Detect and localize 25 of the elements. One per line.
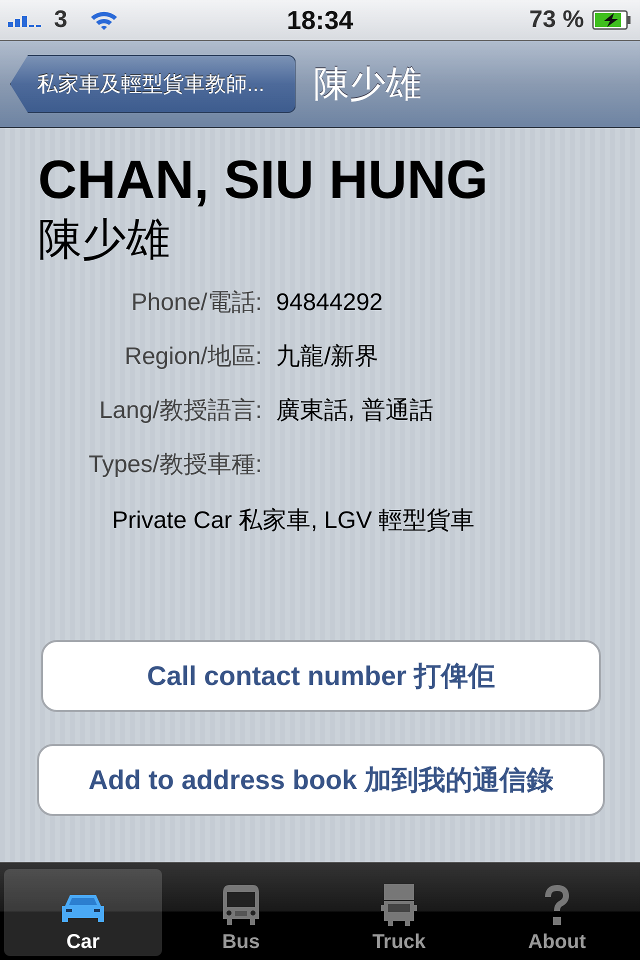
bus-icon	[221, 883, 261, 927]
field-label: Phone/電話:	[130, 288, 262, 318]
tab[interactable]: About	[478, 869, 636, 956]
help-icon	[543, 885, 571, 927]
contact-name: CHAN, SIU HUNG	[38, 149, 490, 212]
field-value: 94844292	[276, 289, 383, 317]
field-label: Lang/教授語言:	[98, 396, 262, 426]
contact-chinese-name: 陳少雄	[38, 214, 171, 266]
field-value: 九龍/新界	[276, 342, 379, 372]
action-button[interactable]: Call contact number 打俾佢	[41, 640, 601, 712]
truck-icon	[380, 883, 418, 927]
action-button[interactable]: Add to address book 加到我的通信錄	[37, 744, 605, 816]
wifi-icon	[89, 9, 120, 31]
navigation-title: 陳少雄	[314, 62, 422, 106]
field-value: Private Car 私家車, LGV 輕型貨車	[111, 506, 476, 536]
tab[interactable]: Car	[4, 869, 162, 956]
tab[interactable]: Bus	[162, 869, 320, 956]
carrier-text: 3	[54, 6, 68, 34]
tab[interactable]: Truck	[320, 869, 478, 956]
field-value: 廣東話, 普通話	[276, 396, 434, 426]
field-label: Region/地區:	[124, 342, 262, 372]
back-button[interactable]: 私家車及輕型貨車教師...	[10, 55, 296, 113]
battery-text: 73 %	[529, 6, 584, 34]
clock-text: 18:34	[286, 4, 354, 36]
field-label: Types/教授車種:	[88, 450, 262, 480]
